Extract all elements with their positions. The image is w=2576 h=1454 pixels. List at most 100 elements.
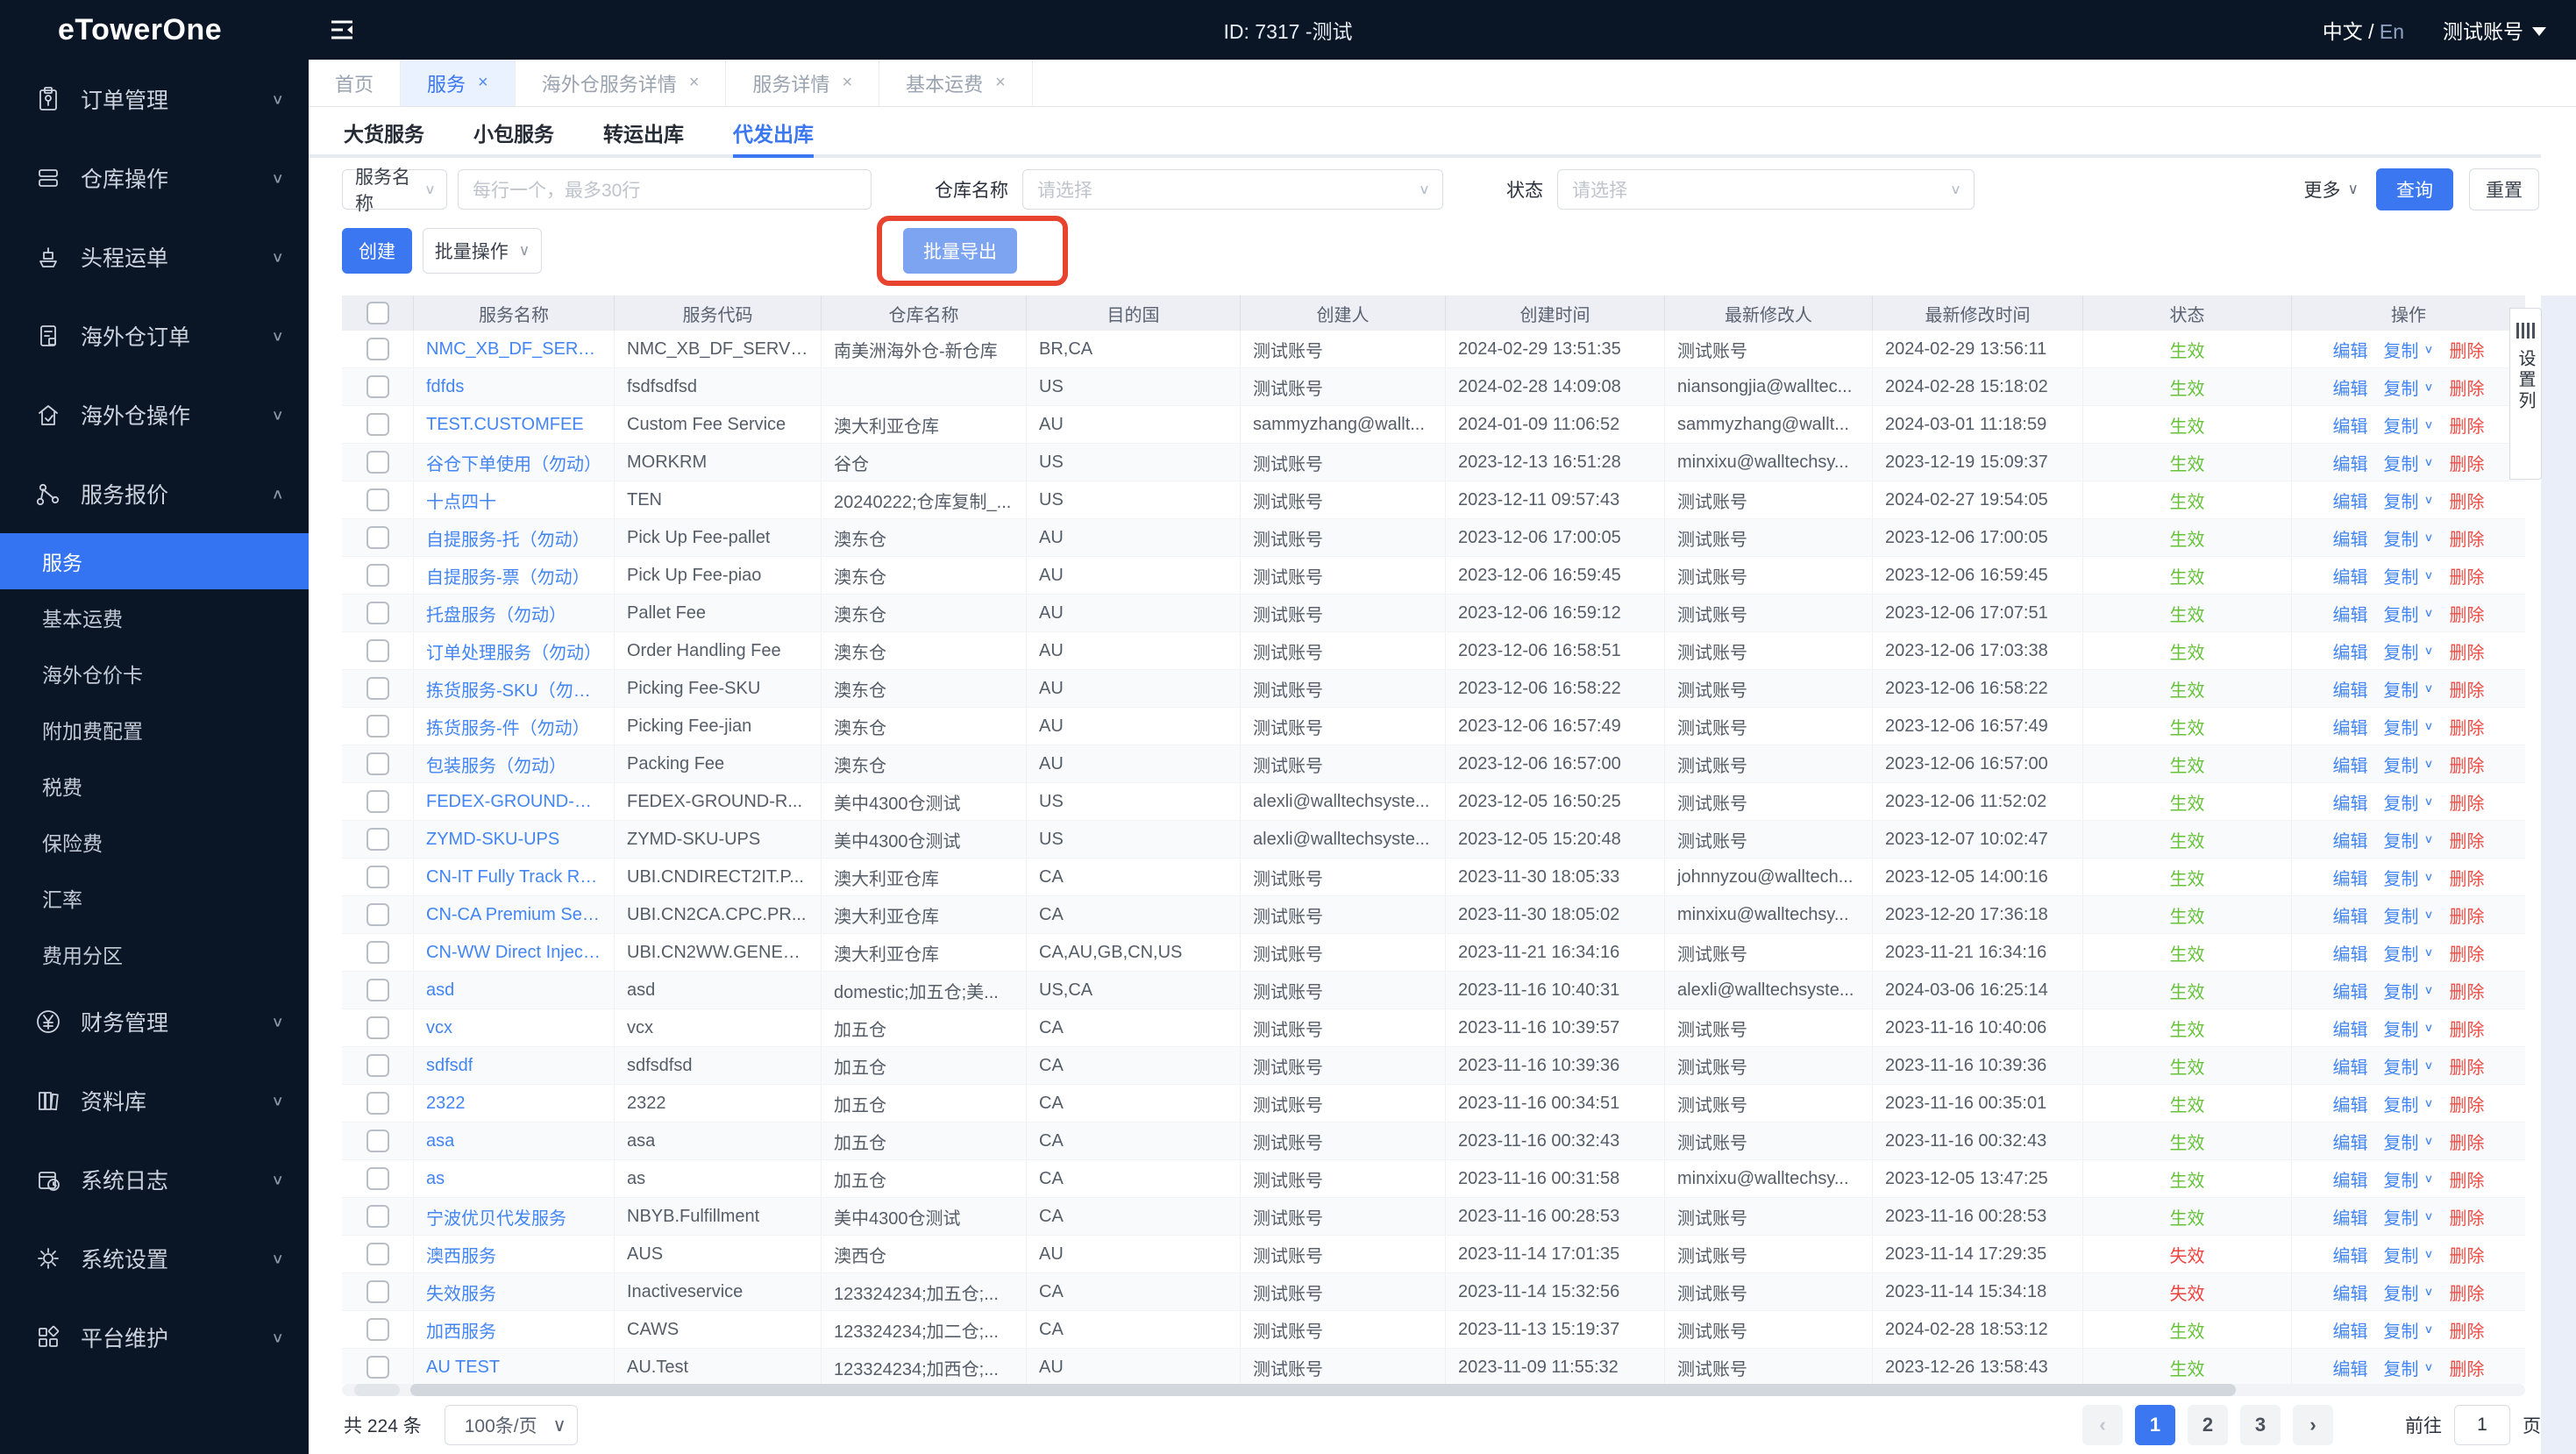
row-checkbox[interactable] — [366, 1167, 389, 1190]
sidebar-item-10[interactable]: 系统设置 ∨ — [0, 1219, 309, 1298]
row-checkbox[interactable] — [366, 1318, 389, 1341]
copy-link[interactable]: 复制 ∨ — [2384, 1166, 2434, 1192]
row-checkbox[interactable] — [366, 790, 389, 813]
edit-link[interactable]: 编辑 — [2333, 1091, 2368, 1116]
delete-link[interactable]: 删除 — [2449, 714, 2484, 739]
edit-link[interactable]: 编辑 — [2333, 563, 2368, 588]
delete-link[interactable]: 删除 — [2449, 1016, 2484, 1041]
delete-link[interactable]: 删除 — [2449, 827, 2484, 852]
row-checkbox[interactable] — [366, 1016, 389, 1039]
copy-link[interactable]: 复制 ∨ — [2384, 1355, 2434, 1380]
service-name-link[interactable]: CN-WW Direct Injection- — [426, 943, 601, 963]
row-checkbox[interactable] — [366, 488, 389, 511]
edit-link[interactable]: 编辑 — [2333, 525, 2368, 551]
next-page-button[interactable]: › — [2293, 1405, 2333, 1445]
copy-link[interactable]: 复制 ∨ — [2384, 337, 2434, 362]
warehouse-select[interactable]: 请选择 ∨ — [1022, 169, 1443, 210]
edit-link[interactable]: 编辑 — [2333, 337, 2368, 362]
sidebar-item-1[interactable]: 订单管理 ∨ — [0, 60, 309, 139]
service-name-link[interactable]: AU TEST — [426, 1358, 500, 1378]
delete-link[interactable]: 删除 — [2449, 902, 2484, 928]
service-name-link[interactable]: asd — [426, 980, 454, 1001]
edit-link[interactable]: 编辑 — [2333, 412, 2368, 438]
service-name-link[interactable]: as — [426, 1169, 445, 1189]
sidebar-subitem-1[interactable]: 服务 — [0, 533, 309, 589]
row-checkbox[interactable] — [366, 715, 389, 738]
delete-link[interactable]: 删除 — [2449, 412, 2484, 438]
row-checkbox[interactable] — [366, 375, 389, 398]
sidebar-item-6[interactable]: 服务报价 ∧ — [0, 454, 309, 533]
prev-page-button[interactable]: ‹ — [2082, 1405, 2123, 1445]
copy-link[interactable]: 复制 ∨ — [2384, 1204, 2434, 1229]
copy-link[interactable]: 复制 ∨ — [2384, 1091, 2434, 1116]
edit-link[interactable]: 编辑 — [2333, 1355, 2368, 1380]
sidebar-subitem-6[interactable]: 保险费 — [0, 814, 309, 870]
delete-link[interactable]: 删除 — [2449, 1053, 2484, 1079]
copy-link[interactable]: 复制 ∨ — [2384, 450, 2434, 475]
delete-link[interactable]: 删除 — [2449, 337, 2484, 362]
row-checkbox[interactable] — [366, 338, 389, 360]
copy-link[interactable]: 复制 ∨ — [2384, 902, 2434, 928]
copy-link[interactable]: 复制 ∨ — [2384, 1317, 2434, 1343]
sidebar-item-4[interactable]: 海外仓订单 ∨ — [0, 296, 309, 375]
edit-link[interactable]: 编辑 — [2333, 1166, 2368, 1192]
edit-link[interactable]: 编辑 — [2333, 1016, 2368, 1041]
sidebar-item-9[interactable]: 系统日志 ∨ — [0, 1140, 309, 1219]
edit-link[interactable]: 编辑 — [2333, 601, 2368, 626]
edit-link[interactable]: 编辑 — [2333, 1242, 2368, 1267]
row-checkbox[interactable] — [366, 866, 389, 888]
copy-link[interactable]: 复制 ∨ — [2384, 638, 2434, 664]
delete-link[interactable]: 删除 — [2449, 488, 2484, 513]
copy-link[interactable]: 复制 ∨ — [2384, 827, 2434, 852]
delete-link[interactable]: 删除 — [2449, 1166, 2484, 1192]
copy-link[interactable]: 复制 ∨ — [2384, 1129, 2434, 1154]
sidebar-subitem-4[interactable]: 附加费配置 — [0, 702, 309, 758]
copy-link[interactable]: 复制 ∨ — [2384, 563, 2434, 588]
tab-1[interactable]: 首页 — [309, 60, 402, 106]
service-name-link[interactable]: FEDEX-GROUND-RG-GA — [426, 792, 601, 812]
copy-link[interactable]: 复制 ∨ — [2384, 940, 2434, 966]
subtab-2[interactable]: 小包服务 — [473, 107, 554, 158]
delete-link[interactable]: 删除 — [2449, 1279, 2484, 1305]
page-button-2[interactable]: 2 — [2188, 1405, 2228, 1445]
delete-link[interactable]: 删除 — [2449, 563, 2484, 588]
edit-link[interactable]: 编辑 — [2333, 1317, 2368, 1343]
select-all-checkbox[interactable] — [366, 302, 389, 324]
sidebar-subitem-7[interactable]: 汇率 — [0, 870, 309, 926]
delete-link[interactable]: 删除 — [2449, 1091, 2484, 1116]
delete-link[interactable]: 删除 — [2449, 638, 2484, 664]
lang-zh[interactable]: 中文 / — [2323, 20, 2374, 43]
delete-link[interactable]: 删除 — [2449, 1317, 2484, 1343]
copy-link[interactable]: 复制 ∨ — [2384, 1279, 2434, 1305]
row-checkbox[interactable] — [366, 1280, 389, 1303]
delete-link[interactable]: 删除 — [2449, 752, 2484, 777]
edit-link[interactable]: 编辑 — [2333, 902, 2368, 928]
edit-link[interactable]: 编辑 — [2333, 676, 2368, 702]
subtab-3[interactable]: 转运出库 — [603, 107, 684, 158]
service-name-link[interactable]: 2322 — [426, 1094, 466, 1114]
row-checkbox[interactable] — [366, 979, 389, 1001]
filter-field-select[interactable]: 服务名称 ∨ — [342, 167, 447, 214]
copy-link[interactable]: 复制 ∨ — [2384, 374, 2434, 400]
service-name-link[interactable]: 失效服务 — [426, 1279, 496, 1305]
status-select[interactable]: 请选择 ∨ — [1557, 169, 1975, 210]
edit-link[interactable]: 编辑 — [2333, 450, 2368, 475]
sidebar-subitem-3[interactable]: 海外仓价卡 — [0, 645, 309, 702]
row-checkbox[interactable] — [366, 1092, 389, 1115]
sidebar-subitem-5[interactable]: 税费 — [0, 758, 309, 814]
copy-link[interactable]: 复制 ∨ — [2384, 525, 2434, 551]
tab-5[interactable]: 基本运费 × — [879, 60, 1033, 106]
service-name-input[interactable]: 每行一个，最多30行 — [458, 169, 872, 210]
copy-link[interactable]: 复制 ∨ — [2384, 865, 2434, 890]
edit-link[interactable]: 编辑 — [2333, 714, 2368, 739]
row-checkbox[interactable] — [366, 1356, 389, 1379]
search-button[interactable]: 查询 — [2376, 168, 2453, 210]
tab-close-icon[interactable]: × — [689, 73, 700, 93]
row-checkbox[interactable] — [366, 1243, 389, 1265]
language-switch[interactable]: 中文 / En — [2323, 15, 2404, 45]
delete-link[interactable]: 删除 — [2449, 601, 2484, 626]
delete-link[interactable]: 删除 — [2449, 1355, 2484, 1380]
service-name-link[interactable]: 十点四十 — [426, 488, 496, 513]
service-name-link[interactable]: 自提服务-托（勿动） — [426, 525, 590, 551]
batch-operations-button[interactable]: 批量操作 ∨ — [423, 228, 542, 274]
